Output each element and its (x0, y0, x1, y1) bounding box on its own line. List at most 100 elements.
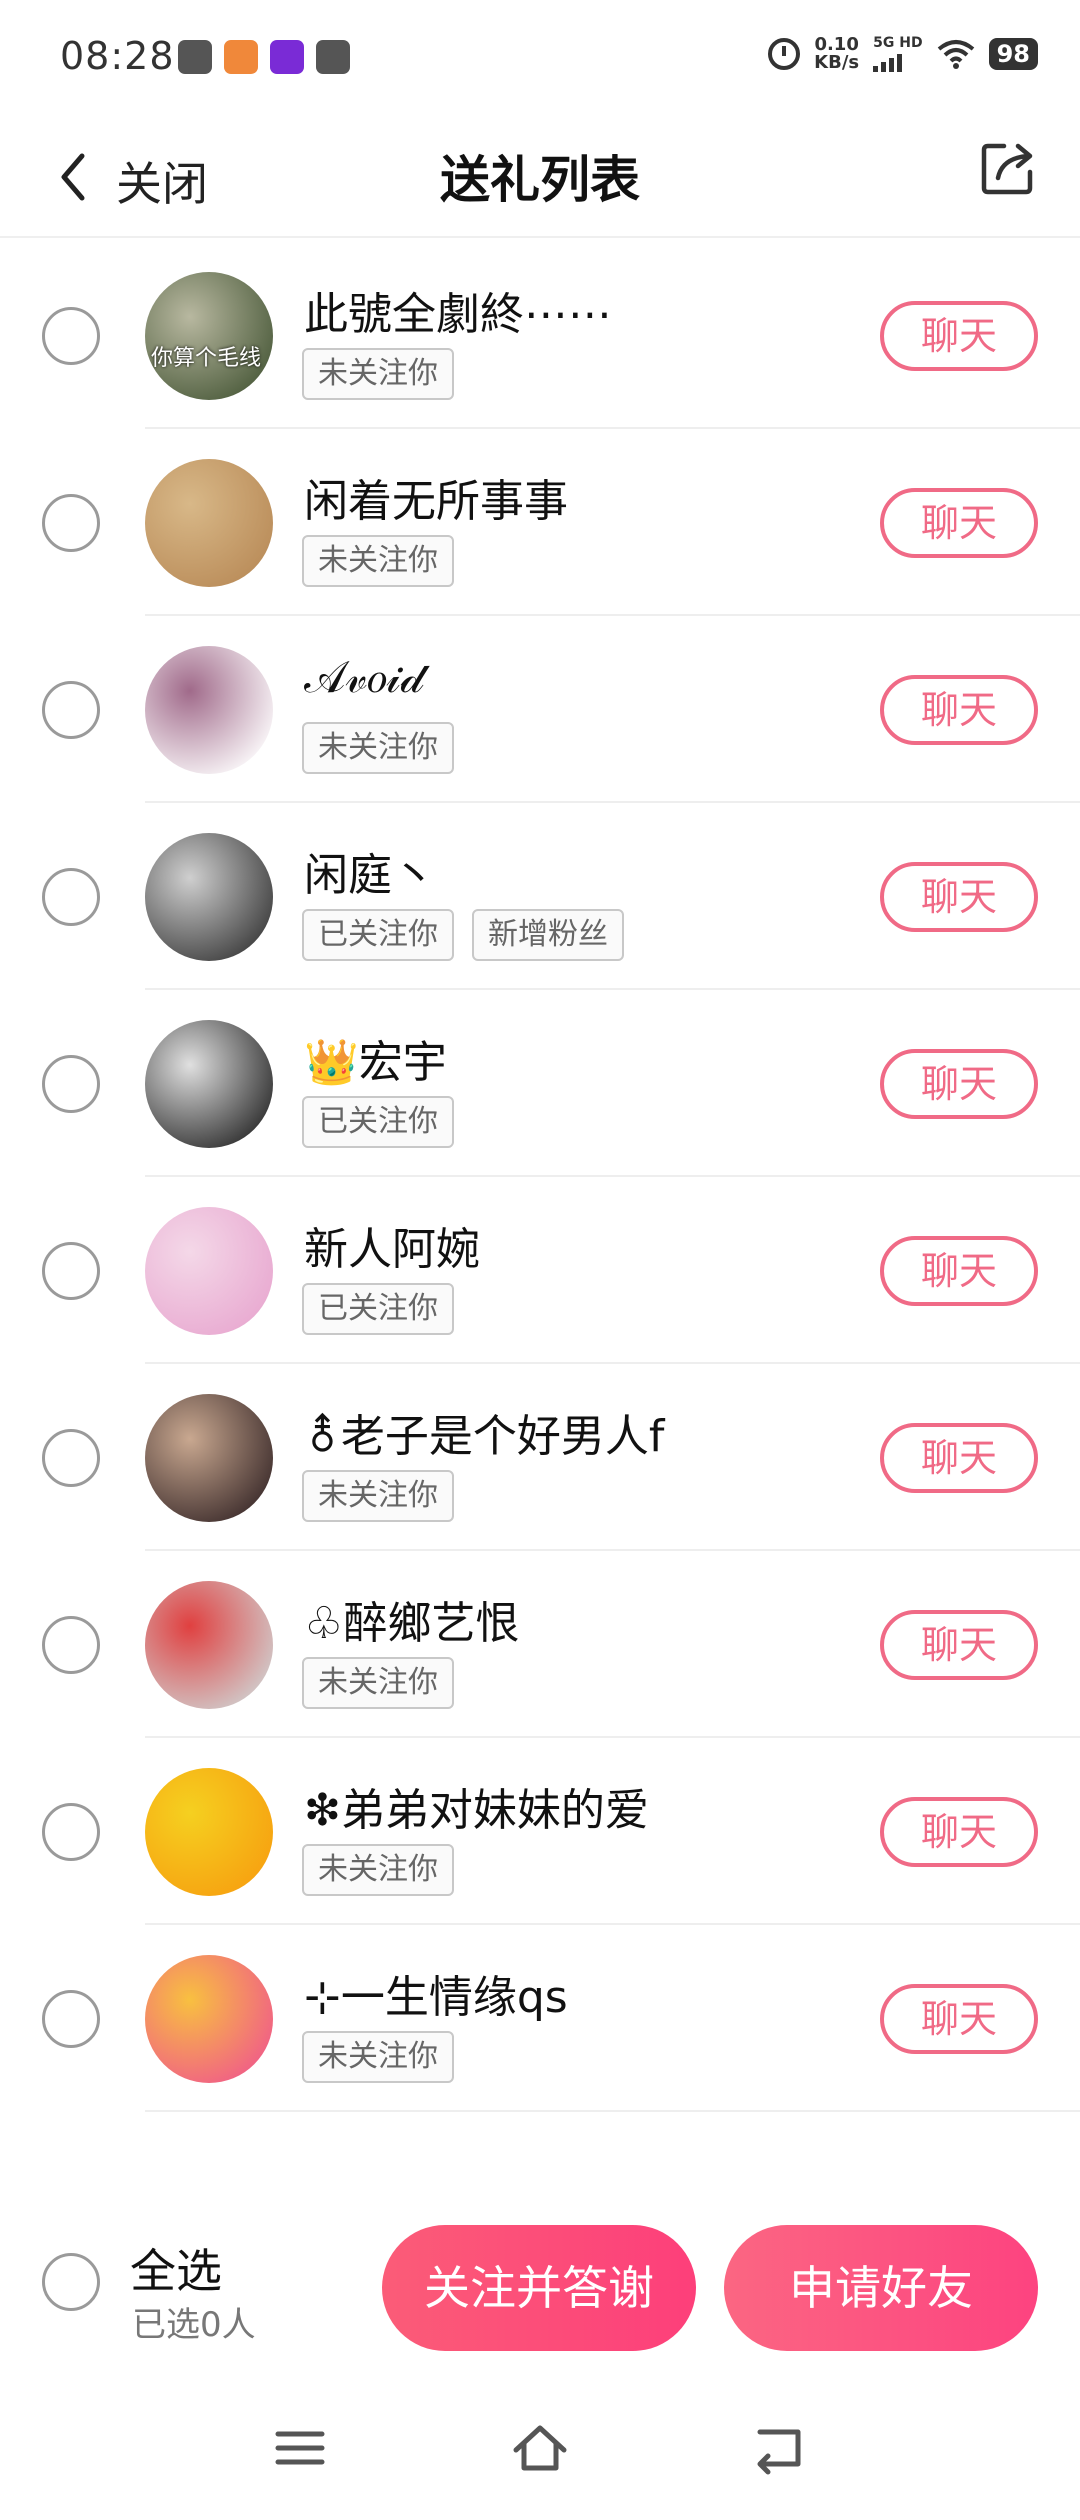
selected-count: 已选0人 (132, 2305, 256, 2345)
user-tags: 未关注你 (302, 2031, 454, 2083)
home-icon[interactable] (512, 2420, 568, 2476)
avatar[interactable] (145, 1393, 273, 1522)
avatar[interactable] (145, 1206, 273, 1335)
user-nickname: 此號全劇終⋯⋯ (304, 289, 612, 340)
list-item[interactable]: 闲着无所事事 未关注你 聊天 (0, 429, 1080, 616)
avatar[interactable] (145, 1580, 273, 1709)
avatar[interactable] (145, 832, 273, 961)
net-speed-unit: KB/s (814, 52, 860, 73)
user-nickname: 𝒜𝓋𝑜𝒾𝒹 (304, 652, 423, 703)
page-title: 送礼列表 (440, 151, 640, 209)
follow-and-thank-button[interactable]: 关注并答谢 (382, 2225, 696, 2351)
list-item[interactable]: ♧醉鄉艺恨未关注你 聊天 (0, 1551, 1080, 1738)
status-time: 08:28 (60, 34, 175, 78)
chat-button[interactable]: 聊天 (880, 1796, 1038, 1867)
select-checkbox[interactable] (42, 306, 100, 365)
user-nickname: 闲着无所事事 (304, 476, 568, 527)
signal-label: 5G HD (873, 35, 923, 51)
avatar[interactable]: 你算个毛线 (145, 271, 273, 400)
chat-button[interactable]: 聊天 (880, 1609, 1038, 1680)
select-checkbox[interactable] (42, 1428, 100, 1487)
follow-status-tag: 未关注你 (302, 1470, 454, 1522)
user-nickname: 闲庭丶 (304, 850, 436, 901)
user-tags: 已关注你 新增粉丝 (302, 909, 624, 961)
battery-indicator: 98 (988, 38, 1038, 70)
select-checkbox[interactable] (42, 867, 100, 926)
chat-button[interactable]: 聊天 (880, 1983, 1038, 2054)
system-nav-bar (0, 2380, 1080, 2520)
list-item[interactable]: 新人阿婉已关注你 聊天 (0, 1177, 1080, 1364)
header: 关闭 送礼列表 (0, 120, 1080, 238)
select-checkbox[interactable] (42, 1241, 100, 1300)
follow-status-tag: 已关注你 (302, 909, 454, 961)
list-item[interactable]: 𝒜𝓋𝑜𝒾𝒹 未关注你 聊天 (0, 616, 1080, 803)
chat-button[interactable]: 聊天 (880, 861, 1038, 932)
select-all-checkbox[interactable] (42, 2253, 100, 2311)
select-all-label[interactable]: 全选 (130, 2235, 222, 2301)
network-speed: 0.10 KB/s (814, 36, 859, 72)
menu-icon[interactable] (272, 2420, 328, 2476)
signal-icon: 5G HD (873, 35, 923, 72)
chat-button[interactable]: 聊天 (880, 300, 1038, 371)
chat-button[interactable]: 聊天 (880, 674, 1038, 745)
user-nickname: ❇弟弟对妹妹的爱 (304, 1785, 649, 1836)
status-app-icons (178, 40, 350, 74)
status-indicators: 0.10 KB/s 5G HD 98 (768, 36, 1038, 72)
user-tags: 已关注你 (302, 1096, 454, 1148)
chat-button[interactable]: 聊天 (880, 487, 1038, 558)
follow-status-tag: 已关注你 (302, 1096, 454, 1148)
user-nickname: ♧醉鄉艺恨 (304, 1598, 520, 1649)
avatar[interactable] (145, 1954, 273, 2083)
app-notification-icon (316, 40, 350, 74)
follow-status-tag: 未关注你 (302, 1844, 454, 1896)
avatar[interactable] (145, 458, 273, 587)
user-nickname: ⊹一生情缘qs (304, 1972, 568, 2023)
select-checkbox[interactable] (42, 1802, 100, 1861)
gift-sender-list: 你算个毛线 此號全劇終⋯⋯ 未关注你 聊天 闲着无所事事 未关注你 聊天 𝒜𝓋𝑜𝒾𝒹 未关注你聊… (0, 242, 1080, 2112)
select-checkbox[interactable] (42, 1615, 100, 1674)
avatar[interactable] (145, 645, 273, 774)
list-item[interactable]: ❇弟弟对妹妹的爱 未关注你 聊天 (0, 1738, 1080, 1925)
avatar-caption: 你算个毛线 (151, 345, 262, 371)
list-item[interactable]: 闲庭丶已关注你 新增粉丝 聊天 (0, 803, 1080, 990)
avatar[interactable] (145, 1019, 273, 1148)
user-tags: 已关注你 (302, 1283, 454, 1335)
user-nickname: ⚨老子是个好男人f (304, 1411, 665, 1462)
follow-status-tag: 未关注你 (302, 535, 454, 587)
avatar[interactable] (145, 1767, 273, 1896)
wifi-icon (937, 40, 974, 69)
divider (145, 2110, 1080, 2112)
follow-status-tag: 未关注你 (302, 2031, 454, 2083)
back-arrow-icon[interactable] (752, 2420, 808, 2476)
user-tags: 未关注你 (302, 535, 454, 587)
user-tags: 未关注你 (302, 1657, 454, 1709)
user-tags: 未关注你 (302, 1470, 454, 1522)
user-tags: 未关注你 (302, 722, 454, 774)
list-item[interactable]: ⊹一生情缘qs 未关注你 聊天 (0, 1925, 1080, 2112)
chat-button[interactable]: 聊天 (880, 1235, 1038, 1306)
chat-button[interactable]: 聊天 (880, 1422, 1038, 1493)
alarm-icon (768, 38, 801, 70)
user-nickname: 👑宏宇 (304, 1037, 447, 1088)
list-item[interactable]: 你算个毛线 此號全劇終⋯⋯ 未关注你 聊天 (0, 242, 1080, 429)
list-item[interactable]: ⚨老子是个好男人f 未关注你 聊天 (0, 1364, 1080, 1551)
request-friend-button[interactable]: 申请好友 (724, 2225, 1038, 2351)
select-checkbox[interactable] (42, 1989, 100, 2048)
app-notification-icon (270, 40, 304, 74)
follow-status-tag: 未关注你 (302, 722, 454, 774)
user-nickname: 新人阿婉 (304, 1224, 480, 1275)
bottom-action-bar: 全选 已选0人 关注并答谢 申请好友 (0, 2205, 1080, 2370)
user-tags: 未关注你 (302, 1844, 454, 1896)
share-icon[interactable] (978, 138, 1038, 198)
user-tags: 未关注你 (302, 348, 454, 400)
select-checkbox[interactable] (42, 1054, 100, 1113)
status-bar: 08:28 0.10 KB/s 5G HD 98 (0, 0, 1080, 120)
app-notification-icon (178, 40, 212, 74)
select-checkbox[interactable] (42, 493, 100, 552)
follow-status-tag: 未关注你 (302, 1657, 454, 1709)
select-checkbox[interactable] (42, 680, 100, 739)
follow-status-tag: 已关注你 (302, 1283, 454, 1335)
chat-button[interactable]: 聊天 (880, 1048, 1038, 1119)
list-item[interactable]: 👑宏宇已关注你 聊天 (0, 990, 1080, 1177)
app-notification-icon (224, 40, 258, 74)
